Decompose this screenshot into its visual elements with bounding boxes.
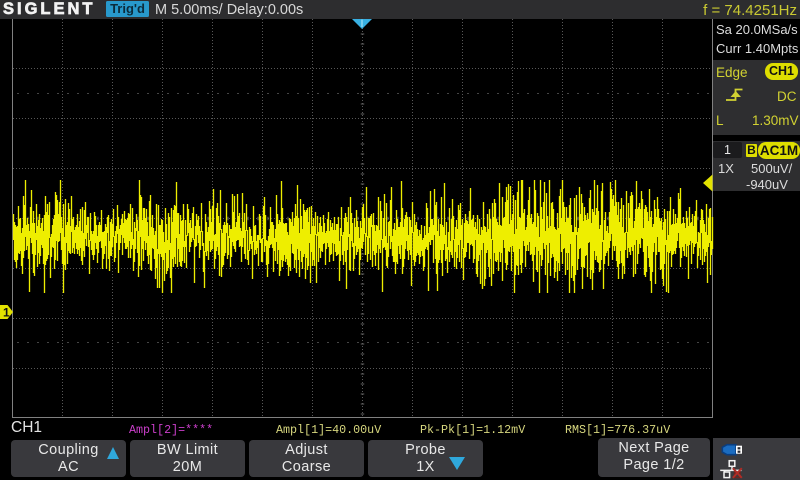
svg-text:1: 1 <box>3 306 10 320</box>
